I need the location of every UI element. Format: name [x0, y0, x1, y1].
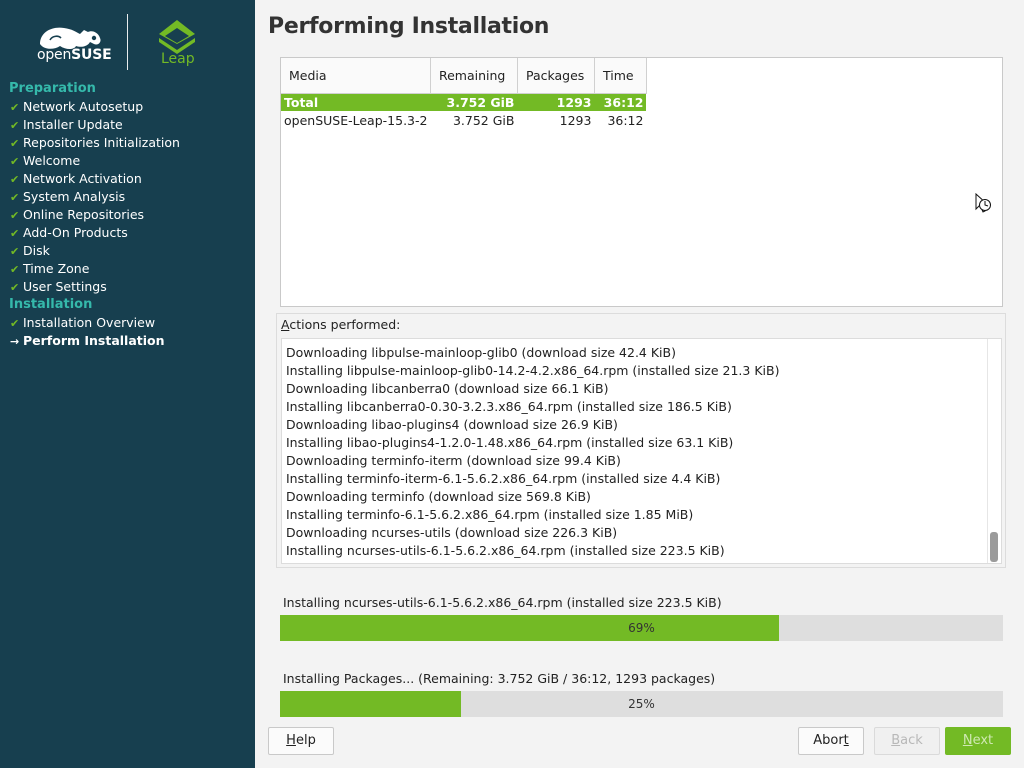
cell-packages: 1293 [517, 93, 595, 111]
column-header-packages[interactable]: Packages [517, 58, 595, 94]
log-line: Downloading terminfo (download size 569.… [286, 489, 591, 504]
table-row[interactable]: openSUSE-Leap-15.3-2 3.752 GiB 1293 36:1… [281, 111, 646, 129]
sidebar: openSUSE Leap Preparation ✔ Network Autos… [0, 0, 255, 768]
checkmark-icon: ✔ [10, 281, 20, 294]
cell-remaining: 3.752 GiB [430, 93, 518, 111]
step-label: Welcome [23, 153, 81, 168]
log-line: Installing libpulse-mainloop-glib0-14.2-… [286, 363, 780, 378]
step-label: Installer Update [23, 117, 123, 132]
section-installation: Installation [9, 297, 93, 312]
back-button[interactable]: Back [874, 727, 940, 755]
checkmark-icon: ✔ [10, 245, 20, 258]
step-label: Add-On Products [23, 225, 128, 240]
step-label: Installation Overview [23, 315, 156, 330]
step-label: Perform Installation [23, 333, 165, 348]
cell-media: openSUSE-Leap-15.3-2 [284, 112, 428, 128]
step-installer-update: ✔ Installer Update [0, 116, 255, 134]
step-label: Disk [23, 243, 50, 258]
step-add-on-products: ✔ Add-On Products [0, 224, 255, 242]
package-progress-bar: 69% [280, 615, 1003, 641]
log-line: Downloading libpulse-mainloop-glib0 (dow… [286, 345, 676, 360]
step-network-autosetup: ✔ Network Autosetup [0, 98, 255, 116]
step-welcome: ✔ Welcome [0, 152, 255, 170]
actions-performed-label: Actions performed: [281, 317, 401, 332]
logo-area: openSUSE Leap [0, 0, 255, 80]
log-scrollbar[interactable] [987, 339, 1001, 563]
media-table-panel[interactable]: Media Remaining Packages Time Total 3.75… [280, 57, 1003, 307]
table-row[interactable]: Total 3.752 GiB 1293 36:12 [281, 93, 647, 111]
log-line: Installing terminfo-iterm-6.1-5.6.2.x86_… [286, 471, 721, 486]
table-header-row: Media Remaining Packages Time [281, 58, 647, 94]
total-progress-label: Installing Packages... (Remaining: 3.752… [283, 671, 716, 686]
step-installation-overview: ✔ Installation Overview [0, 314, 255, 332]
log-line: Installing ncurses-utils-6.1-5.6.2.x86_6… [286, 543, 725, 558]
actions-log[interactable]: Downloading libpulse-mainloop-glib0 (dow… [281, 338, 1002, 564]
next-button[interactable]: Next [945, 727, 1011, 755]
checkmark-icon: ✔ [10, 137, 20, 150]
total-progress-bar: 25% [280, 691, 1003, 717]
package-progress-label: Installing ncurses-utils-6.1-5.6.2.x86_6… [283, 595, 722, 610]
checkmark-icon: ✔ [10, 317, 20, 330]
page-title: Performing Installation [268, 14, 550, 39]
checkmark-icon: ✔ [10, 119, 20, 132]
installation-steps: Preparation ✔ Network Autosetup ✔ Installe… [0, 80, 255, 350]
checkmark-icon: ✔ [10, 173, 20, 186]
step-online-repositories: ✔ Online Repositories [0, 206, 255, 224]
cell-time: 36:12 [594, 93, 647, 111]
step-disk: ✔ Disk [0, 242, 255, 260]
log-line: Downloading libao-plugins4 (download siz… [286, 417, 618, 432]
step-label: Time Zone [23, 261, 90, 276]
step-label: Repositories Initialization [23, 135, 180, 150]
log-line: Installing libcanberra0-0.30-3.2.3.x86_6… [286, 399, 732, 414]
arrow-right-icon: → [10, 335, 20, 348]
section-preparation: Preparation [9, 81, 96, 96]
log-lines: Downloading libpulse-mainloop-glib0 (dow… [286, 344, 986, 560]
step-system-analysis: ✔ System Analysis [0, 188, 255, 206]
log-line: Installing terminfo-6.1-5.6.2.x86_64.rpm… [286, 507, 694, 522]
log-line: Downloading ncurses-utils (download size… [286, 525, 618, 540]
step-network-activation: ✔ Network Activation [0, 170, 255, 188]
step-time-zone: ✔ Time Zone [0, 260, 255, 278]
total-progress-text: 25% [628, 697, 655, 711]
logo-divider [127, 14, 128, 70]
log-line: Downloading terminfo-iterm (download siz… [286, 453, 621, 468]
cell-time: 36:12 [607, 112, 644, 128]
column-header-remaining[interactable]: Remaining [430, 58, 518, 94]
log-line: Installing libao-plugins4-1.2.0-1.48.x86… [286, 435, 734, 450]
checkmark-icon: ✔ [10, 191, 20, 204]
checkmark-icon: ✔ [10, 101, 20, 114]
leap-wordmark: Leap [161, 51, 195, 67]
step-label: Online Repositories [23, 207, 145, 222]
busy-cursor-icon [975, 193, 991, 213]
checkmark-icon: ✔ [10, 263, 20, 276]
log-line: Downloading libcanberra0 (download size … [286, 381, 609, 396]
media-table[interactable]: Media Remaining Packages Time Total 3.75… [281, 58, 647, 129]
column-header-time[interactable]: Time [594, 58, 647, 94]
step-user-settings: ✔ User Settings [0, 278, 255, 296]
checkmark-icon: ✔ [10, 209, 20, 222]
step-label: Network Autosetup [23, 99, 144, 114]
log-scrollbar-thumb[interactable] [990, 532, 998, 562]
abort-button[interactable]: Abort [798, 727, 864, 755]
step-repositories-initialization: ✔ Repositories Initialization [0, 134, 255, 152]
column-header-media[interactable]: Media [281, 58, 431, 94]
cell-media: Total [281, 93, 431, 111]
checkmark-icon: ✔ [10, 227, 20, 240]
opensuse-wordmark: openSUSE [37, 47, 112, 63]
package-progress-text: 69% [628, 621, 655, 635]
step-label: User Settings [23, 279, 107, 294]
cell-remaining: 3.752 GiB [452, 112, 515, 128]
cell-packages: 1293 [559, 112, 592, 128]
step-perform-installation: → Perform Installation [0, 332, 255, 350]
checkmark-icon: ✔ [10, 155, 20, 168]
help-button[interactable]: Help [268, 727, 334, 755]
step-label: Network Activation [23, 171, 142, 186]
step-label: System Analysis [23, 189, 126, 204]
leap-logo-icon [159, 20, 195, 54]
